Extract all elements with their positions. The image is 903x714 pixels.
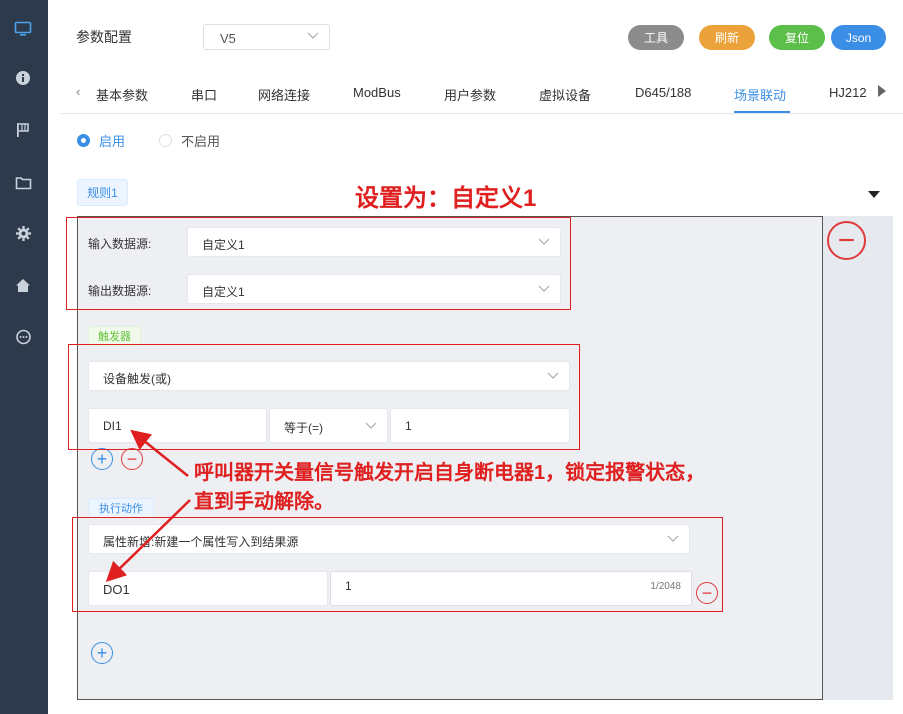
annotation-arrows [105,429,191,582]
arrow-to-di1 [130,429,189,477]
arrow-to-do1 [105,499,191,582]
